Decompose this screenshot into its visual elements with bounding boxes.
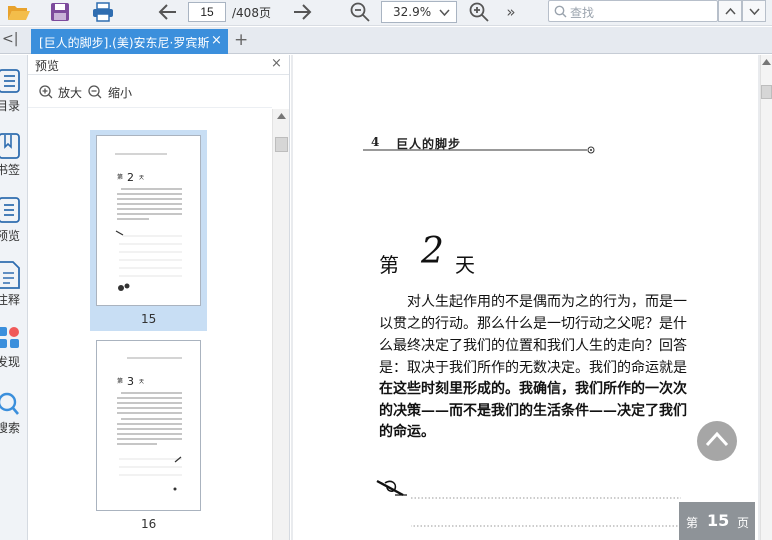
sidebar-item-label: 目录 bbox=[0, 99, 21, 113]
thumbnail-list: 第 2 天 15 第 3 天 16 bbox=[28, 109, 272, 540]
svg-text:3: 3 bbox=[127, 375, 134, 388]
paragraph-line: 是：取决于我们所作的无数决定。我们的命运就是 bbox=[379, 360, 687, 376]
svg-text:2: 2 bbox=[127, 171, 134, 184]
tab-document[interactable]: [巨人的脚步].(美)安东尼·罗宾斯. × bbox=[31, 29, 228, 54]
scroll-up-icon[interactable] bbox=[277, 113, 286, 119]
thumbnail-zoom-tools: 放大 缩小 bbox=[28, 76, 272, 108]
page-total-label: /408页 bbox=[232, 6, 271, 20]
page-indicator: 第 15 页 bbox=[679, 502, 755, 540]
document-page: 4 巨人的脚步 第 2 天 对人生起作用的不是偶而为之的行为，而是一 以贯之的行… bbox=[293, 55, 758, 540]
sidebar-item-label: 预览 bbox=[0, 229, 21, 243]
preview-icon bbox=[0, 197, 20, 223]
open-folder-icon[interactable] bbox=[6, 0, 32, 24]
thumbnail-page-image: 第 2 天 bbox=[115, 153, 182, 291]
svg-text:第: 第 bbox=[117, 377, 123, 385]
panel-scrollbar[interactable] bbox=[272, 109, 289, 540]
thumbnail-page-number: 16 bbox=[141, 517, 157, 531]
page-indicator-suffix: 页 bbox=[737, 516, 750, 530]
scroll-up-icon[interactable] bbox=[762, 59, 771, 65]
running-head: 4 巨人的脚步 bbox=[363, 135, 595, 154]
paragraph-line: 在这些时刻里形成的。我确信，我们所作的一次次 bbox=[379, 381, 687, 397]
back-arrow-icon[interactable] bbox=[156, 0, 180, 24]
search-placeholder: 查找 bbox=[570, 6, 595, 20]
sidebar-rail: 目录 书签 预览 注释 发现 搜索 bbox=[0, 55, 28, 540]
back-to-top-button[interactable] bbox=[697, 421, 737, 461]
panel-close-icon[interactable]: × bbox=[271, 56, 282, 71]
sidebar-item-annotation[interactable]: 注释 bbox=[0, 261, 28, 321]
sidebar-item-label: 注释 bbox=[0, 293, 21, 307]
panel-scroll-thumb[interactable] bbox=[275, 137, 288, 152]
save-icon[interactable] bbox=[48, 0, 72, 24]
print-icon[interactable] bbox=[90, 0, 116, 24]
tab-close-icon[interactable]: × bbox=[211, 33, 222, 48]
paragraph-line: 的命运。 bbox=[379, 424, 435, 440]
paragraph-line: 以贯之的行动。那么什么是一切行动之父呢？是什 bbox=[379, 316, 687, 332]
preview-panel: 预览 × 放大 缩小 第 2 天 15 第 3 天 16 bbox=[28, 55, 290, 540]
chevron-up-icon bbox=[705, 431, 729, 447]
search-icon bbox=[554, 5, 567, 18]
annotation-icon bbox=[0, 261, 20, 289]
pen-icon bbox=[376, 479, 407, 497]
zoom-value: 32.9% bbox=[393, 5, 432, 19]
forward-arrow-icon[interactable] bbox=[290, 0, 314, 24]
tab-bar: <| [巨人的脚步].(美)安东尼·罗宾斯. × + bbox=[0, 27, 772, 54]
zoom-out-icon bbox=[88, 85, 102, 99]
sidebar-item-bookmark[interactable]: 书签 bbox=[0, 133, 28, 193]
thumbnail-page-image: 第 3 天 bbox=[117, 357, 182, 491]
sidebar-item-label: 搜索 bbox=[0, 421, 21, 435]
svg-text:天: 天 bbox=[139, 175, 144, 181]
collapse-sidebar-button[interactable]: <| bbox=[2, 31, 18, 47]
bookmark-icon bbox=[0, 133, 20, 159]
zoom-in-icon[interactable] bbox=[467, 0, 491, 24]
thumbnail-zoom-out-button[interactable]: 缩小 bbox=[88, 84, 148, 102]
document-scrollbar[interactable] bbox=[760, 55, 772, 540]
chevron-down-icon bbox=[749, 8, 760, 16]
discover-icon bbox=[0, 327, 19, 348]
running-head-rule bbox=[363, 146, 595, 154]
page-indicator-prefix: 第 bbox=[686, 516, 699, 530]
svg-text:第: 第 bbox=[117, 173, 123, 181]
document-scroll-thumb[interactable] bbox=[761, 85, 772, 99]
preview-panel-header: 预览 × bbox=[28, 55, 289, 75]
more-icon[interactable]: » bbox=[502, 0, 520, 24]
page-indicator-number: 15 bbox=[707, 511, 730, 530]
add-tab-button[interactable]: + bbox=[234, 30, 248, 50]
zoom-in-icon bbox=[39, 85, 53, 99]
thumbnail-page-16[interactable]: 第 3 天 bbox=[96, 340, 201, 511]
paragraph-line: 的决策——而不是我们的生活条件——决定了我们 bbox=[379, 403, 687, 419]
sidebar-item-label: 发现 bbox=[0, 355, 21, 369]
toc-icon bbox=[0, 69, 20, 93]
day-heading-number: 2 bbox=[421, 231, 444, 272]
writing-lines bbox=[411, 497, 681, 527]
zoom-in-label: 放大 bbox=[58, 86, 83, 100]
sidebar-item-preview[interactable]: 预览 bbox=[0, 197, 28, 257]
zoom-select[interactable]: 32.9% bbox=[381, 1, 457, 23]
preview-panel-title: 预览 bbox=[35, 59, 60, 73]
top-toolbar: /408页 32.9% » 查找 bbox=[0, 0, 772, 26]
paragraph-line: 么最终决定了我们的位置和我们人生的走向？回答 bbox=[379, 338, 687, 354]
sidebar-item-label: 书签 bbox=[0, 163, 21, 177]
chevron-up-icon bbox=[725, 7, 736, 15]
sidebar-item-toc[interactable]: 目录 bbox=[0, 69, 28, 129]
document-viewport[interactable]: 4 巨人的脚步 第 2 天 对人生起作用的不是偶而为之的行为，而是一 以贯之的行… bbox=[291, 55, 760, 540]
zoom-out-label: 缩小 bbox=[108, 86, 133, 100]
search-input[interactable]: 查找 bbox=[548, 0, 718, 22]
thumbnail-page-15[interactable]: 第 2 天 bbox=[96, 135, 201, 306]
day-heading-prefix: 第 bbox=[379, 253, 399, 277]
sidebar-item-discover[interactable]: 发现 bbox=[0, 327, 28, 387]
sidebar-item-search[interactable]: 搜索 bbox=[0, 391, 28, 451]
svg-text:天: 天 bbox=[139, 379, 144, 385]
next-result-button[interactable] bbox=[742, 0, 766, 22]
thumbnail-page-number: 15 bbox=[141, 312, 157, 326]
tab-title: [巨人的脚步].(美)安东尼·罗宾斯. bbox=[39, 36, 209, 50]
zoom-out-icon[interactable] bbox=[348, 0, 372, 24]
prev-result-button[interactable] bbox=[718, 0, 742, 22]
chevron-down-icon bbox=[439, 9, 450, 17]
paragraph-line: 对人生起作用的不是偶而为之的行为，而是一 bbox=[379, 294, 687, 310]
page-number-input[interactable] bbox=[188, 2, 226, 22]
day-heading-suffix: 天 bbox=[455, 253, 475, 277]
search-icon bbox=[0, 392, 19, 415]
